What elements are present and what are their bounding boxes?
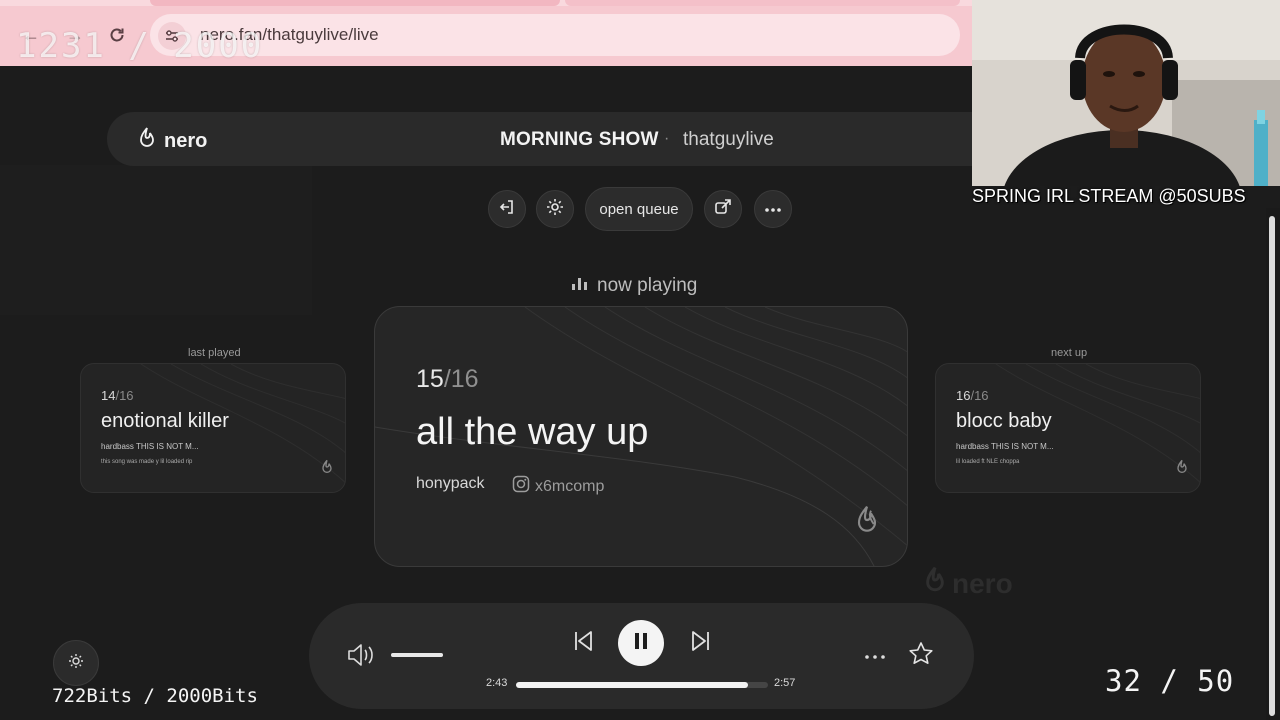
browser-tab[interactable] — [565, 0, 960, 6]
elapsed-time: 2:43 — [486, 677, 508, 689]
watermark-text: nero — [952, 567, 1013, 599]
progress-bar[interactable] — [516, 682, 768, 688]
now-playing-label: now playing — [571, 275, 697, 297]
skip-back-icon — [571, 629, 595, 658]
queue-count-overlay: 32 / 50 — [1105, 664, 1235, 698]
sun-icon — [68, 653, 84, 674]
page-shade — [0, 165, 312, 315]
tab-strip — [0, 0, 972, 6]
volume-icon[interactable] — [345, 641, 375, 674]
brand-name: nero — [164, 129, 208, 152]
volume-slider[interactable] — [391, 653, 443, 657]
next-up-label: next up — [1051, 347, 1088, 359]
more-options-button[interactable] — [754, 190, 792, 228]
equalizer-icon — [571, 275, 589, 297]
instagram-icon — [512, 475, 530, 498]
flame-icon — [855, 505, 879, 540]
ellipsis-icon — [764, 200, 782, 218]
webcam-image — [972, 0, 1280, 186]
gear-icon — [545, 197, 565, 222]
next-track-button[interactable] — [688, 630, 714, 656]
track-note: this song was made y lil loaded rip — [101, 459, 193, 465]
track-number: 16/16 — [956, 388, 989, 403]
track-title: blocc baby — [956, 410, 1052, 432]
track-number: 14/16 — [101, 388, 134, 403]
next-up-card[interactable]: 16/16 blocc baby hardbass THIS IS NOT M.… — [935, 363, 1201, 493]
track-note: lil loaded ft NLE choppa — [956, 459, 1020, 465]
star-icon — [908, 641, 934, 672]
flame-icon — [321, 459, 333, 480]
flame-icon — [924, 566, 946, 601]
track-title: enotional killer — [101, 410, 229, 432]
track-number: 15/16 — [416, 365, 479, 393]
last-played-label: last played — [188, 347, 241, 359]
host-name[interactable]: thatguylive — [683, 129, 774, 151]
duration-time: 2:57 — [774, 677, 796, 689]
now-playing-text: now playing — [597, 275, 698, 296]
share-icon — [714, 198, 732, 221]
title-separator: · — [664, 130, 670, 147]
track-subtitle: hardbass THIS IS NOT M... — [956, 442, 1054, 451]
nero-watermark: nero — [924, 566, 1013, 601]
flame-icon — [1176, 459, 1188, 480]
settings-button[interactable] — [536, 190, 574, 228]
scrollbar[interactable] — [1266, 208, 1280, 720]
share-button[interactable] — [704, 190, 742, 228]
play-pause-button[interactable] — [618, 620, 664, 666]
webcam-feed — [972, 0, 1280, 186]
exit-button[interactable] — [488, 190, 526, 228]
instagram-handle: x6mcomp — [535, 477, 605, 495]
bits-goal-overlay: 722Bits / 2000Bits — [52, 685, 258, 707]
pause-icon — [632, 631, 650, 656]
track-subtitle: hardbass THIS IS NOT M... — [101, 442, 199, 451]
favorite-button[interactable] — [907, 641, 935, 672]
previous-track-button[interactable] — [570, 630, 596, 656]
flame-icon — [138, 127, 156, 155]
player-more-button[interactable] — [862, 646, 888, 666]
last-played-card[interactable]: 14/16 enotional killer hardbass THIS IS … — [80, 363, 346, 493]
stream-caption: SPRING IRL STREAM @50SUBS — [972, 186, 1246, 206]
skip-forward-icon — [689, 629, 713, 658]
open-queue-button[interactable]: open queue — [585, 187, 693, 231]
progress-fill — [516, 682, 748, 688]
browser-tab[interactable] — [150, 0, 560, 6]
instagram-link[interactable]: x6mcomp — [512, 475, 604, 498]
theme-toggle-button[interactable] — [53, 640, 99, 686]
track-title: all the way up — [416, 411, 649, 453]
ellipsis-icon — [864, 647, 886, 665]
volume-fill — [391, 653, 443, 657]
logout-icon — [498, 198, 516, 221]
brand-logo[interactable]: nero — [138, 127, 207, 155]
goal-counter-overlay: 1231 / 2000 — [16, 26, 264, 66]
track-artist[interactable]: honypack — [416, 475, 485, 493]
scrollbar-thumb[interactable] — [1269, 216, 1275, 716]
now-playing-card[interactable]: 15/16 all the way up honypack x6mcomp — [374, 306, 908, 567]
show-title: MORNING SHOW — [500, 129, 659, 150]
